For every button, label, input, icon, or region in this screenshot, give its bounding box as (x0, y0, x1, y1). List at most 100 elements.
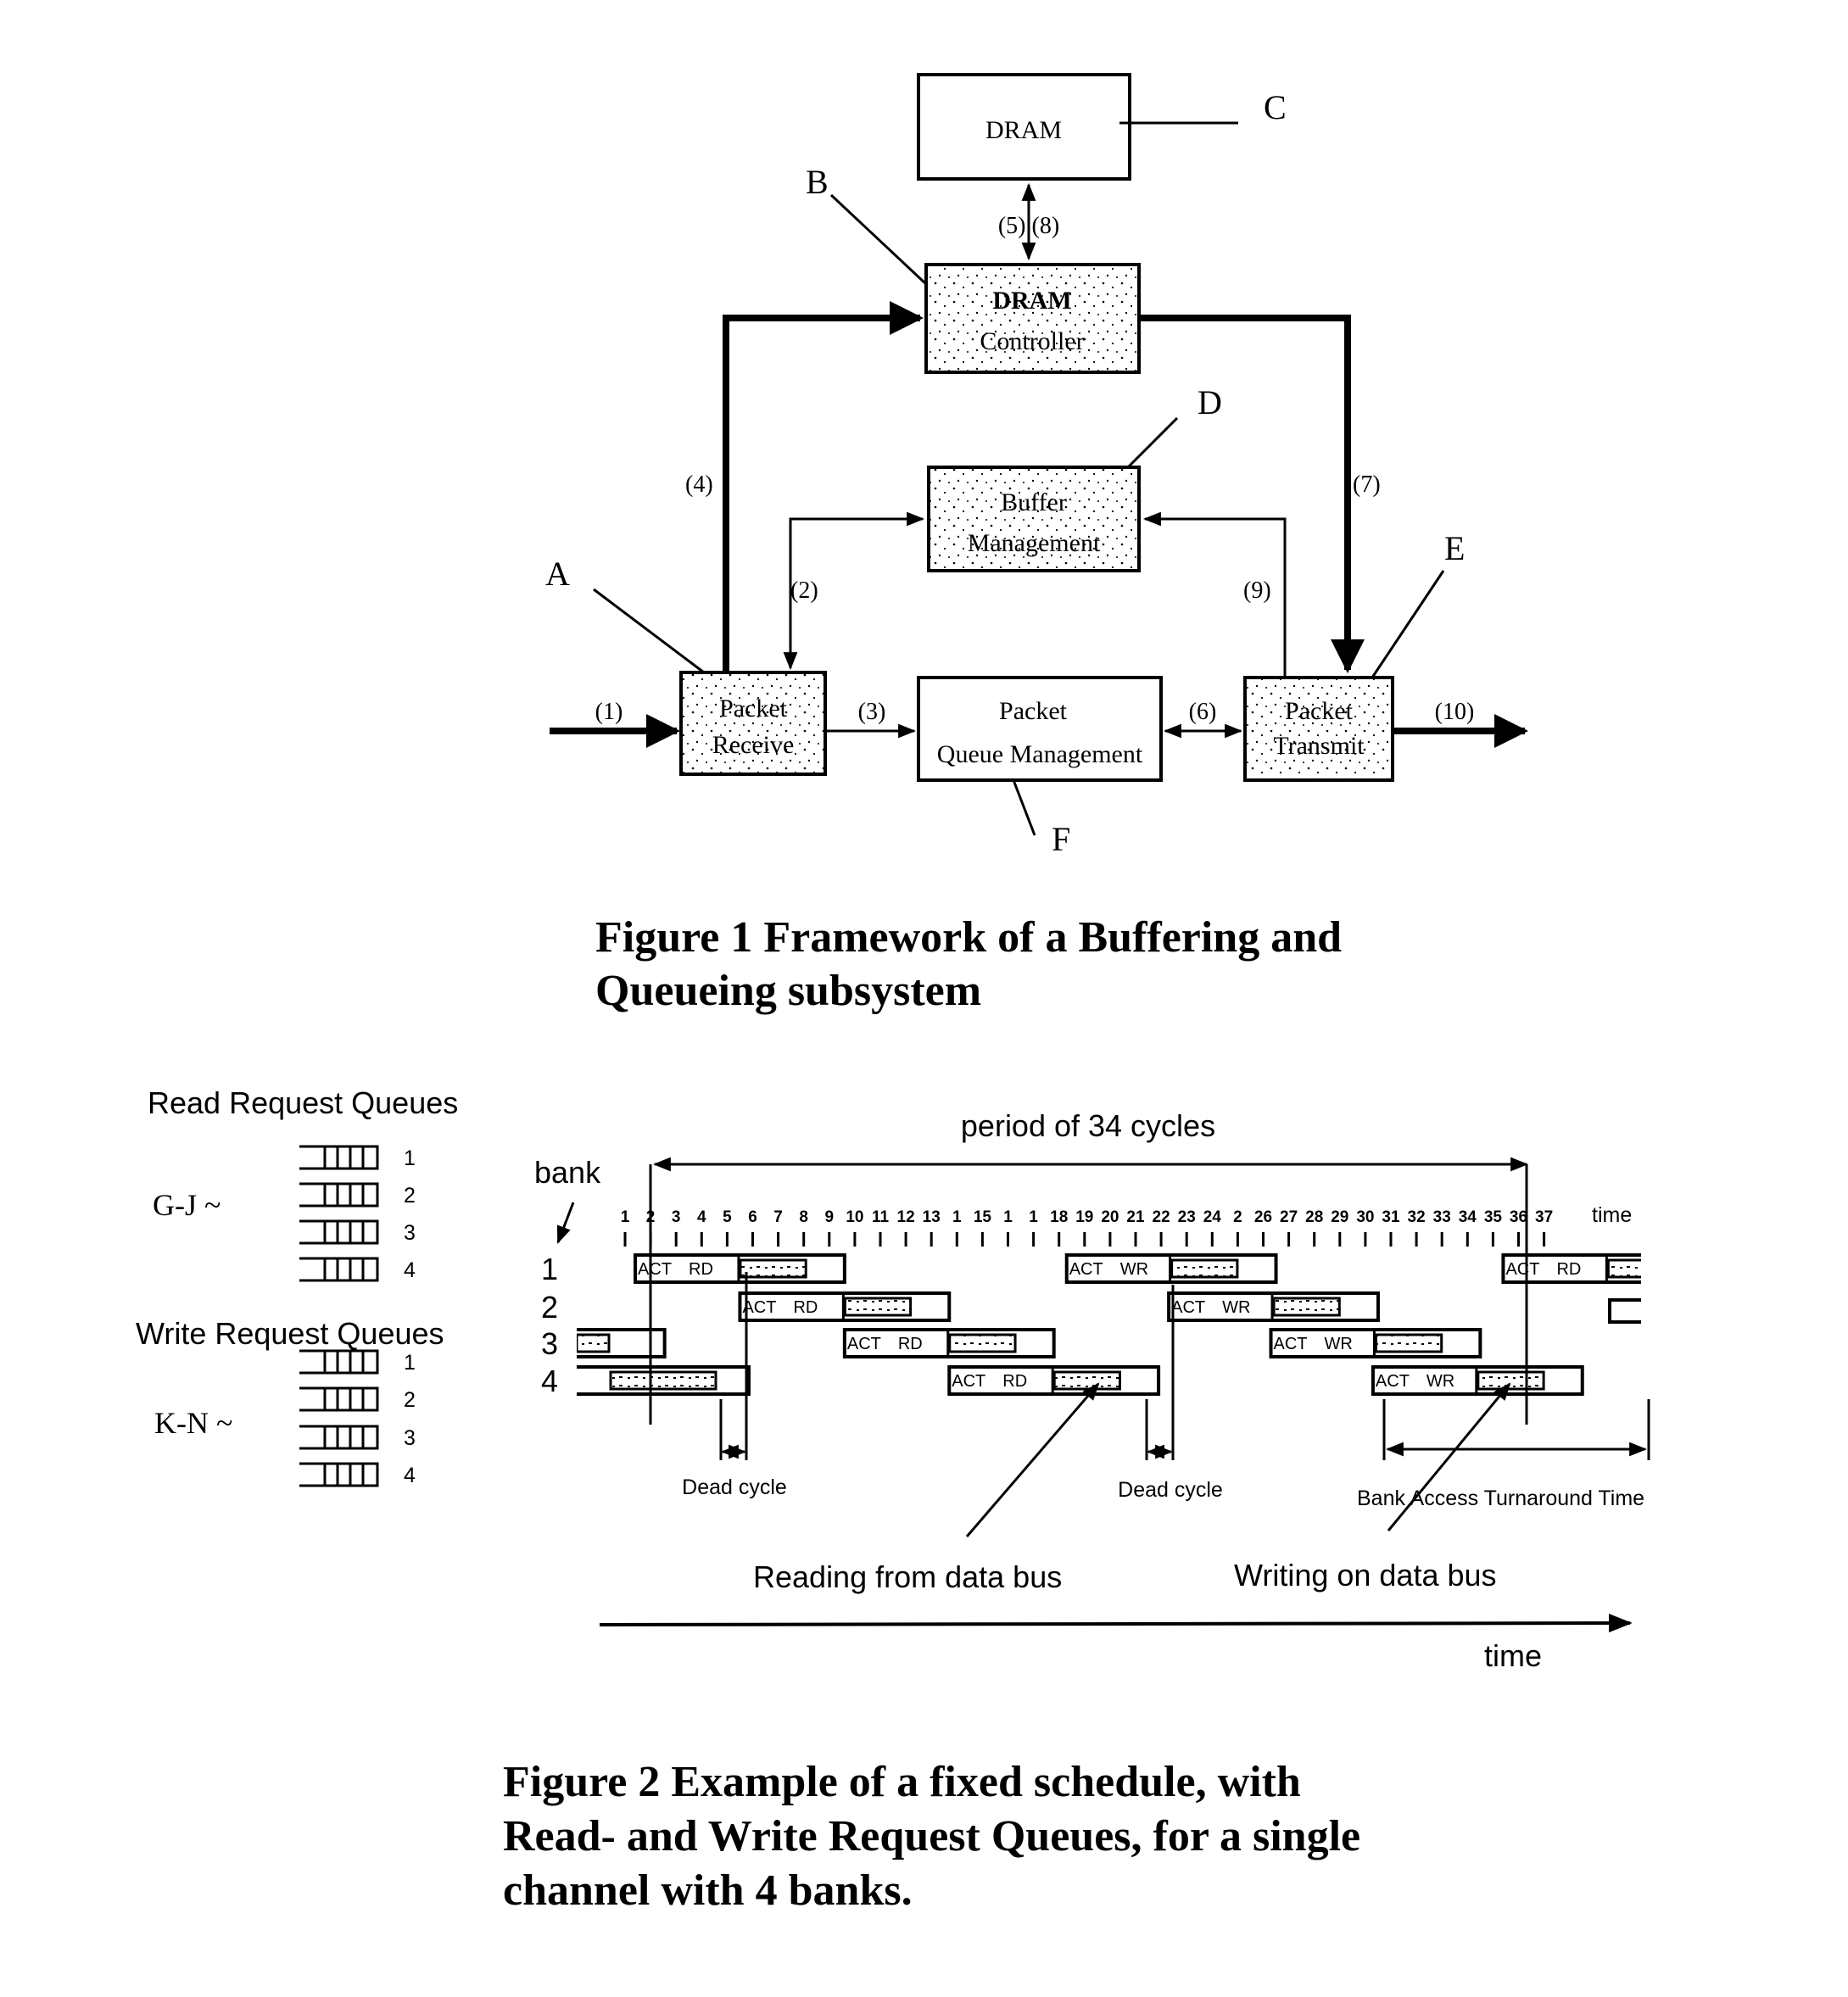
cycle-label: 1 (621, 1208, 630, 1226)
read-command: RD (793, 1298, 818, 1317)
bank-labels: 1 234 (541, 1252, 558, 1398)
data-transfer-cell (1170, 1258, 1239, 1279)
ref-f: F (1052, 820, 1070, 858)
flow-label-2: (2) (790, 577, 818, 604)
figure-2: Read Request Queues G-J ~ 1234 Write Req… (136, 1085, 1650, 1915)
schedule-bar-bank-1: ACT RD (634, 1253, 846, 1284)
cycle-ruler: 1 2 3 4 5 6 7 8 9 10 11 12 13 1 15 1 1 18 19 20 21 22 23 24 2 26 2… (621, 1208, 1553, 1247)
dram-label: DRAM (985, 116, 1062, 144)
reading-pointer (965, 1382, 1100, 1537)
schedule-bar-bank-3: ACT WR (1269, 1328, 1482, 1358)
write-command: WR (1325, 1335, 1353, 1353)
ref-b: B (806, 163, 829, 201)
read-queues-group: G-J ~ (153, 1188, 221, 1222)
data-transfer-cell (1477, 1370, 1545, 1391)
write-command: WR (1120, 1260, 1148, 1279)
cycle-label: 35 (1484, 1208, 1503, 1226)
schedule-bar-bank-2: ACT RD (738, 1291, 952, 1322)
read-queue-id: 1 (404, 1146, 416, 1170)
write-queue: 2 (299, 1386, 416, 1412)
packet-queue-management-line2: Queue Management (937, 740, 1143, 768)
time-axis-arrow (599, 1613, 1633, 1633)
write-queues-title: Write Request Queues (136, 1316, 444, 1351)
writing-label: Writing on data bus (1234, 1558, 1497, 1593)
read-queue-id: 2 (404, 1184, 416, 1208)
dead-cycle-1-label: Dead cycle (682, 1475, 787, 1499)
packet-queue-management-line1: Packet (999, 697, 1068, 725)
cycle-label: 8 (799, 1208, 808, 1226)
schedule-bar-next-bank-2 (1608, 1298, 1641, 1324)
read-command: RD (898, 1335, 923, 1353)
cycle-label: 1 (952, 1208, 962, 1226)
read-queue-id: 3 (404, 1221, 416, 1245)
schedule-bar-tail-bank-4 (577, 1365, 751, 1396)
cycle-label: 4 (697, 1208, 706, 1226)
cycle-label: 28 (1305, 1208, 1323, 1226)
write-queue: 3 (299, 1425, 416, 1450)
ref-line-a (593, 588, 705, 674)
cycle-label: 22 (1153, 1208, 1170, 1226)
bank-label: 3 (541, 1326, 558, 1361)
data-transfer-cell (948, 1333, 1017, 1353)
write-queue-id: 4 (404, 1464, 416, 1487)
buffer-management-line2: Management (968, 529, 1101, 557)
act-command: ACT (952, 1372, 985, 1391)
flow-label-1: (1) (595, 699, 623, 725)
schedule-bar-bank-1: ACT RD (1501, 1253, 1641, 1284)
cycle-label: 6 (748, 1208, 757, 1226)
cycle-label: 15 (974, 1208, 992, 1226)
cycle-label: 32 (1408, 1208, 1426, 1226)
read-queue: 1 (299, 1145, 416, 1170)
cycle-label: 33 (1433, 1208, 1451, 1226)
cycle-label: 1 (1003, 1208, 1013, 1226)
figure-1: DRAM C (5) (8) DRAM Controller B (4) (7)… (545, 73, 1528, 1015)
schedule-bar-bank-2: ACT WR (1167, 1291, 1380, 1322)
flow-label-3: (3) (858, 699, 886, 725)
dead-cycle-2-label: Dead cycle (1118, 1478, 1223, 1502)
read-queue-list: 1 2 3 4 (299, 1145, 416, 1282)
act-command: ACT (1376, 1372, 1410, 1391)
turnaround-label: Bank Access Turnaround Time (1357, 1487, 1644, 1510)
read-queue: 4 (299, 1257, 416, 1282)
act-command: ACT (638, 1260, 672, 1279)
read-queue: 3 (299, 1219, 416, 1245)
cycle-label: 24 (1203, 1208, 1222, 1226)
ref-line-b (829, 193, 928, 286)
cycle-label: 9 (825, 1208, 835, 1226)
cycle-label: 27 (1280, 1208, 1298, 1226)
cycle-label: 34 (1459, 1208, 1477, 1226)
figure2-caption-line2: Read- and Write Request Queues, for a si… (503, 1812, 1360, 1860)
read-queue-id: 4 (404, 1258, 416, 1282)
figure2-caption-line1: Figure 2 Example of a fixed schedule, wi… (503, 1758, 1301, 1806)
ruler-time-label: time (1592, 1203, 1632, 1227)
page-canvas: DRAM C (5) (8) DRAM Controller B (4) (7)… (136, 73, 1650, 1915)
cycle-label: 36 (1510, 1208, 1527, 1226)
cycle-label: 21 (1126, 1208, 1145, 1226)
write-queue-id: 3 (404, 1426, 416, 1450)
ref-a: A (545, 555, 570, 593)
packet-receive-line1: Packet (719, 694, 788, 722)
buffer-management-block: Buffer Management (927, 466, 1141, 572)
packet-receive-block: Packet Receive (679, 671, 827, 776)
ref-d: D (1198, 383, 1222, 421)
packet-transmit-line2: Transmit (1273, 732, 1365, 760)
flow-label-4: (4) (685, 471, 713, 498)
bank-label: 4 (541, 1364, 558, 1398)
schedule-bar-bank-3: ACT RD (842, 1328, 1056, 1358)
data-transfer-cell (1272, 1297, 1341, 1317)
cycle-label: 13 (923, 1208, 941, 1226)
period-label: period of 34 cycles (961, 1108, 1215, 1143)
data-transfer-cell (739, 1258, 807, 1279)
data-transfer-cell (1374, 1333, 1443, 1353)
data-transfer-cell (1052, 1370, 1121, 1391)
cycle-label: 20 (1101, 1208, 1119, 1226)
write-command: WR (1222, 1298, 1250, 1317)
cycle-label: 3 (672, 1208, 681, 1226)
ref-line-e (1371, 570, 1445, 678)
cycle-label: 23 (1178, 1208, 1196, 1226)
dram-controller-line1: DRAM (992, 287, 1071, 315)
buffer-management-line1: Buffer (1001, 488, 1067, 516)
cycle-label: 31 (1382, 1208, 1400, 1226)
figure1-caption-line2: Queueing subsystem (595, 967, 981, 1015)
cycle-label: 19 (1075, 1208, 1093, 1226)
